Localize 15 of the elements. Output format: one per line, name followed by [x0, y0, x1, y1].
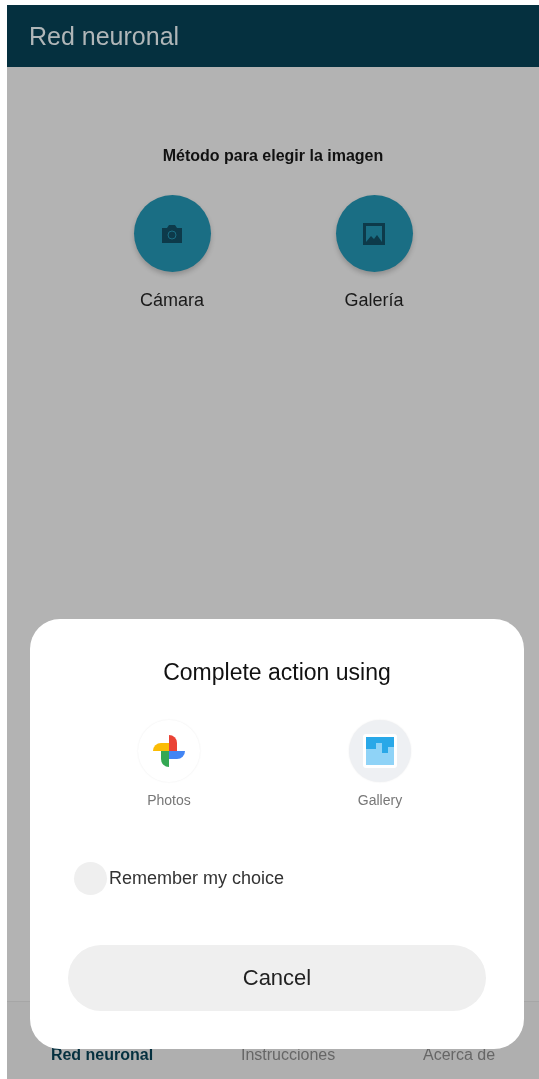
gallery-icon [362, 733, 398, 769]
nav-tab[interactable]: Instrucciones [234, 1045, 342, 1065]
camera-button[interactable] [133, 195, 211, 272]
option-label: Cámara [140, 290, 204, 311]
gallery-button[interactable] [335, 195, 413, 272]
image-icon [362, 221, 386, 246]
section-heading: Método para elegir la imagen [162, 147, 384, 165]
checkbox-label: Remember my choice [109, 868, 285, 889]
cancel-button[interactable]: Cancel [68, 945, 486, 1011]
nav-tab[interactable]: Acerca de [417, 1045, 502, 1065]
app-title: Red neuronal [29, 21, 180, 51]
dialog-title: Complete action using [163, 659, 391, 686]
option-label: Galería [344, 290, 404, 311]
nav-tab[interactable]: Red neuronal [44, 1045, 160, 1065]
camera-icon [160, 223, 184, 244]
